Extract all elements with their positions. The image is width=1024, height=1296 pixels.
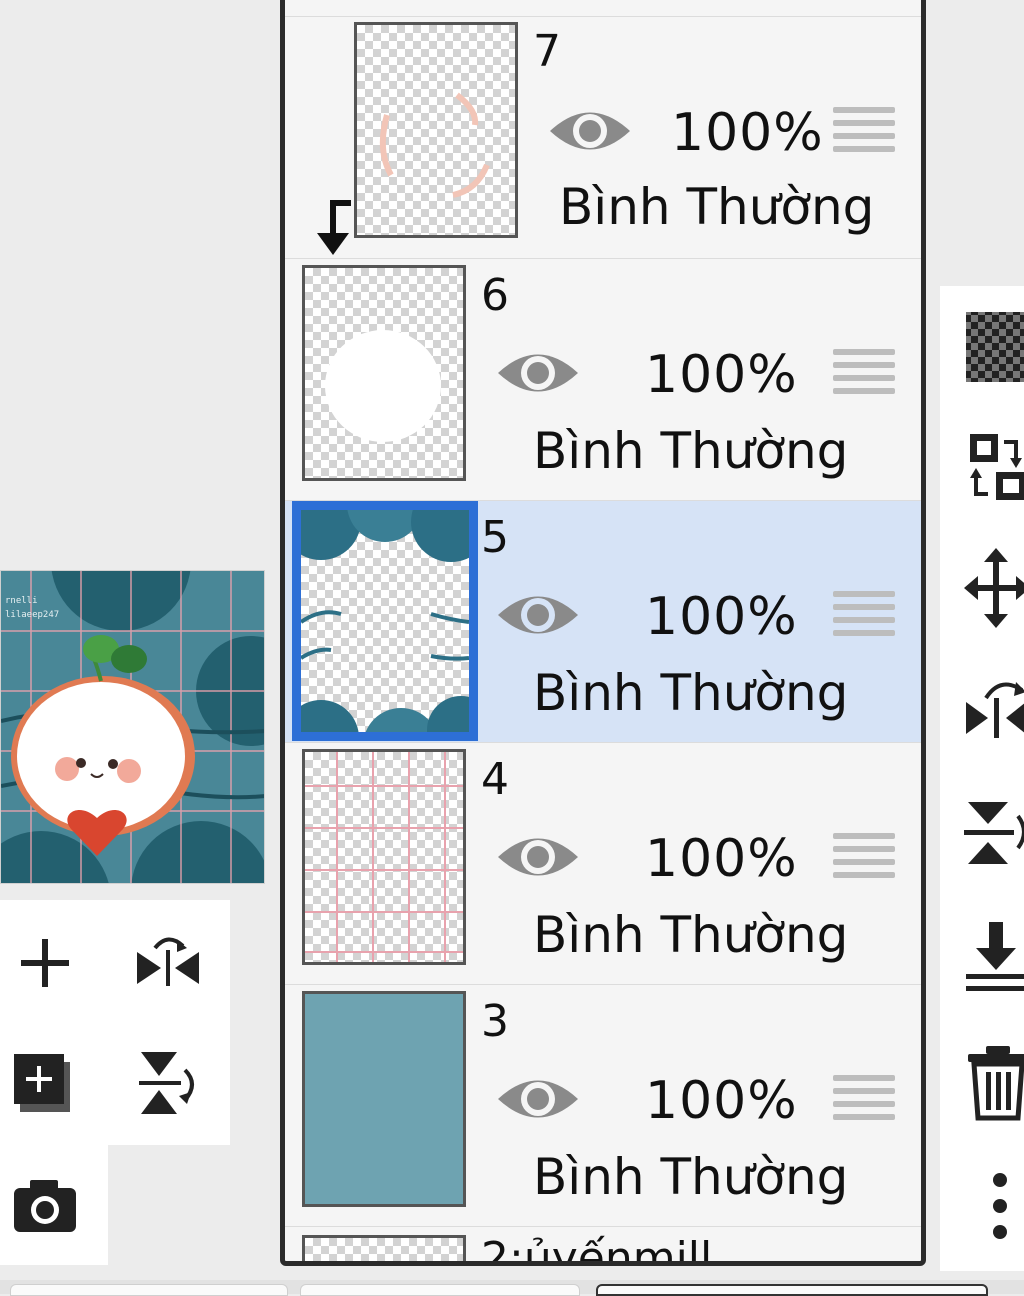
more-options-button[interactable] xyxy=(964,1166,1024,1246)
layer-number: 6 xyxy=(481,270,509,321)
layer-number: 4 xyxy=(481,754,509,805)
layer-row-4[interactable]: 4 100% Bình Thường xyxy=(285,742,921,984)
layer-opacity[interactable]: 100% xyxy=(671,107,824,159)
layer-thumbnail[interactable] xyxy=(354,22,518,238)
layer-row-5[interactable]: 5 100% Bình Thường xyxy=(285,500,921,742)
canvas-preview[interactable]: rnelli lilaeep247 xyxy=(0,570,265,884)
canvas-artwork: rnelli lilaeep247 xyxy=(1,571,264,883)
delete-layer-button[interactable] xyxy=(964,1042,1024,1122)
camera-icon xyxy=(14,1180,76,1232)
flip-horizontal-button-right[interactable] xyxy=(964,670,1024,750)
bottom-tab-active[interactable] xyxy=(596,1284,988,1296)
layer-row-7[interactable]: 7 100% Bình Thường xyxy=(285,16,921,258)
flip-horizontal-button[interactable] xyxy=(133,928,203,998)
drag-handle-icon[interactable] xyxy=(833,1075,895,1131)
merge-down-icon xyxy=(966,922,1024,991)
svg-text:rnelli: rnelli xyxy=(5,596,38,606)
more-icon xyxy=(993,1173,1007,1239)
layer-thumbnail[interactable] xyxy=(302,1235,466,1261)
blend-mode[interactable]: Bình Thường xyxy=(559,182,874,232)
layer-opacity[interactable]: 100% xyxy=(645,349,798,401)
flip-vertical-icon xyxy=(964,802,1024,864)
blend-mode[interactable]: Bình Thường xyxy=(533,1152,848,1202)
blend-mode[interactable]: Bình Thường xyxy=(533,668,848,718)
left-tool-panel-lower xyxy=(0,1145,108,1265)
layer-number: 7 xyxy=(533,26,561,77)
layer-row-2[interactable]: 2:ủyếnmill xyxy=(285,1226,921,1266)
transparency-button[interactable] xyxy=(964,308,1024,388)
blend-mode[interactable]: Bình Thường xyxy=(533,910,848,960)
layer-thumbnail[interactable] xyxy=(302,265,466,481)
flip-vertical-button-right[interactable] xyxy=(964,792,1024,872)
layer-thumbnail[interactable] xyxy=(302,991,466,1207)
flip-horizontal-icon xyxy=(137,937,199,986)
add-layer-button[interactable] xyxy=(10,928,80,998)
add-layer-icon xyxy=(21,939,69,987)
layer-opacity[interactable]: 100% xyxy=(645,833,798,885)
visibility-eye-icon[interactable] xyxy=(495,588,581,642)
swap-layers-icon xyxy=(970,434,1024,500)
add-layer-copy-icon xyxy=(14,1054,70,1112)
layer-opacity[interactable]: 100% xyxy=(645,1075,798,1127)
copy-layer-button[interactable] xyxy=(8,1048,78,1118)
layer-panel: 7 100% Bình Thường 6 100% Bình Thường 5 … xyxy=(280,0,926,1266)
right-toolbar xyxy=(940,286,1024,1271)
layer-number: 5 xyxy=(481,512,509,563)
transparency-icon xyxy=(966,312,1024,382)
flip-vertical-icon xyxy=(139,1052,194,1114)
bottom-tab[interactable] xyxy=(300,1284,580,1296)
flip-horizontal-icon xyxy=(966,682,1024,738)
trash-icon xyxy=(968,1046,1024,1121)
flip-vertical-button[interactable] xyxy=(133,1048,203,1118)
svg-text:lilaeep247: lilaeep247 xyxy=(5,610,59,620)
visibility-eye-icon[interactable] xyxy=(547,104,633,158)
left-tool-panel xyxy=(0,900,230,1145)
layer-opacity[interactable]: 100% xyxy=(645,591,798,643)
layer-number: 3 xyxy=(481,996,509,1047)
bottom-tab[interactable] xyxy=(10,1284,288,1296)
drag-handle-icon[interactable] xyxy=(833,591,895,647)
layer-number: 2:ủyếnmill xyxy=(481,1233,713,1266)
layer-row-6[interactable]: 6 100% Bình Thường xyxy=(285,258,921,500)
move-button[interactable] xyxy=(964,548,1024,628)
visibility-eye-icon[interactable] xyxy=(495,1072,581,1126)
visibility-eye-icon[interactable] xyxy=(495,346,581,400)
drag-handle-icon[interactable] xyxy=(833,833,895,889)
swap-layers-button[interactable] xyxy=(964,428,1024,508)
drag-handle-icon[interactable] xyxy=(833,107,895,163)
merge-down-button[interactable] xyxy=(964,914,1024,994)
blend-mode[interactable]: Bình Thường xyxy=(533,426,848,476)
layer-thumbnail[interactable] xyxy=(302,749,466,965)
camera-button[interactable] xyxy=(10,1171,80,1241)
visibility-eye-icon[interactable] xyxy=(495,830,581,884)
clipping-arrow-icon xyxy=(311,195,357,261)
layer-thumbnail[interactable] xyxy=(292,501,478,741)
move-icon xyxy=(964,548,1024,628)
drag-handle-icon[interactable] xyxy=(833,349,895,405)
layer-row-3[interactable]: 3 100% Bình Thường xyxy=(285,984,921,1226)
bottom-tab-strip xyxy=(0,1280,1024,1296)
